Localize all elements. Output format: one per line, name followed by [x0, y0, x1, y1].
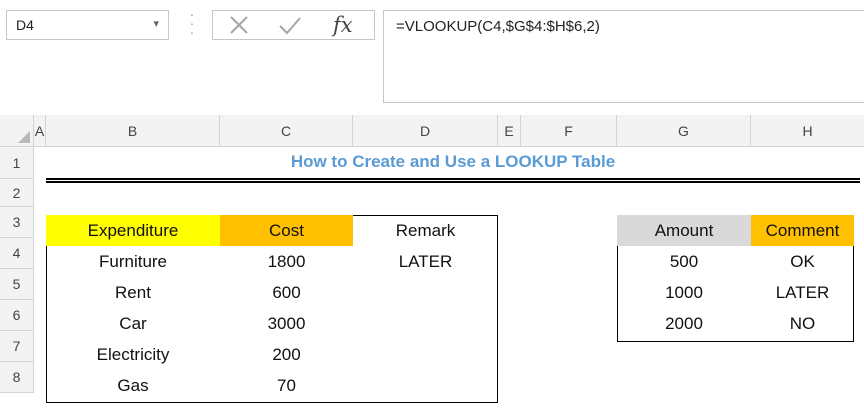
select-all-icon — [18, 131, 30, 143]
title-double-underline — [46, 178, 860, 183]
cell-remark[interactable]: LATER — [353, 246, 498, 277]
formula-input[interactable]: =VLOOKUP(C4,$G$4:$H$6,2) — [383, 10, 864, 103]
col-header-h[interactable]: H — [751, 115, 864, 147]
cell-comment[interactable]: LATER — [751, 277, 854, 308]
cell-cost[interactable]: 70 — [220, 370, 353, 401]
cell-amount[interactable]: 2000 — [617, 308, 751, 339]
cell-cost[interactable]: 600 — [220, 277, 353, 308]
header-remark[interactable]: Remark — [353, 215, 498, 246]
formula-bar-area: D4 ▾ · · · fx =VLOOKUP(C4,$G$4:$H$6,2) — [0, 0, 864, 105]
row-header-6[interactable]: 6 — [0, 300, 34, 331]
enter-checkmark-icon[interactable] — [277, 14, 303, 41]
chevron-down-icon[interactable]: ▾ — [153, 17, 159, 30]
col-header-e[interactable]: E — [498, 115, 521, 147]
col-header-f[interactable]: F — [521, 115, 617, 147]
cell-cost[interactable]: 200 — [220, 339, 353, 370]
header-comment[interactable]: Comment — [751, 215, 854, 246]
row-header-2[interactable]: 2 — [0, 179, 34, 207]
row-header-3[interactable]: 3 — [0, 207, 34, 238]
row-header-8[interactable]: 8 — [0, 362, 34, 393]
col-header-d[interactable]: D — [353, 115, 498, 147]
cell-cost[interactable]: 1800 — [220, 246, 353, 277]
cell-expenditure[interactable]: Furniture — [46, 246, 220, 277]
name-box[interactable]: D4 ▾ — [6, 10, 169, 40]
col-header-a[interactable]: A — [34, 115, 46, 147]
col-header-g[interactable]: G — [617, 115, 751, 147]
separator-dots-icon: · · · — [189, 6, 195, 40]
cell-amount[interactable]: 1000 — [617, 277, 751, 308]
cell-expenditure[interactable]: Electricity — [46, 339, 220, 370]
cell-comment[interactable]: OK — [751, 246, 854, 277]
cell-comment[interactable]: NO — [751, 308, 854, 339]
row-header-1[interactable]: 1 — [0, 147, 34, 179]
col-header-b[interactable]: B — [46, 115, 220, 147]
row-header-7[interactable]: 7 — [0, 331, 34, 362]
insert-function-icon[interactable]: fx — [333, 13, 353, 37]
spreadsheet-grid: A B C D E F G H 1 2 3 4 5 6 7 8 How to C… — [0, 115, 864, 411]
col-header-c[interactable]: C — [220, 115, 353, 147]
sheet-title[interactable]: How to Create and Use a LOOKUP Table — [46, 147, 860, 177]
header-amount[interactable]: Amount — [617, 215, 751, 246]
cell-cost[interactable]: 3000 — [220, 308, 353, 339]
header-cost[interactable]: Cost — [220, 215, 353, 246]
name-box-value[interactable]: D4 — [16, 17, 34, 33]
select-all-corner[interactable] — [0, 115, 34, 147]
header-expenditure[interactable]: Expenditure — [46, 215, 220, 246]
formula-buttons: fx — [212, 10, 375, 40]
cell-expenditure[interactable]: Rent — [46, 277, 220, 308]
cancel-icon[interactable] — [227, 14, 251, 41]
cell-expenditure[interactable]: Car — [46, 308, 220, 339]
cell-expenditure[interactable]: Gas — [46, 370, 220, 401]
row-header-5[interactable]: 5 — [0, 269, 34, 300]
cell-amount[interactable]: 500 — [617, 246, 751, 277]
row-header-4[interactable]: 4 — [0, 238, 34, 269]
formula-text[interactable]: =VLOOKUP(C4,$G$4:$H$6,2) — [396, 18, 600, 35]
